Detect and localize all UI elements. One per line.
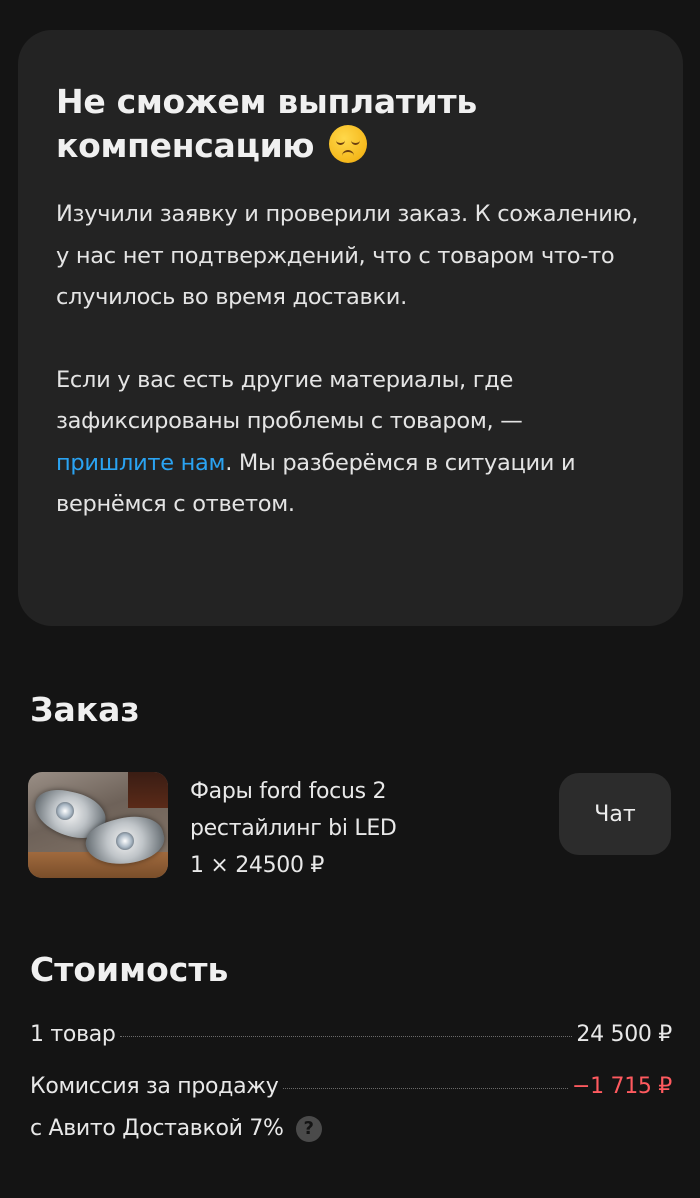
commission-label-line-1: Комиссия за продажу	[30, 1074, 279, 1099]
notice-body: Изучили заявку и проверили заказ. К сожа…	[56, 194, 645, 526]
dotted-leader	[119, 1036, 573, 1037]
dotted-leader	[282, 1088, 568, 1089]
chat-button[interactable]: Чат	[559, 773, 671, 855]
pensive-face-icon	[329, 125, 368, 163]
notice-paragraph-2: Если у вас есть другие материалы, где за…	[56, 366, 576, 518]
cost-row-item: 1 товар 24 500 ₽	[30, 1014, 672, 1056]
notice-paragraph-1: Изучили заявку и проверили заказ. К сожа…	[56, 201, 639, 310]
commission-value: −1 715 ₽	[571, 1074, 672, 1099]
cost-row-label: 1 товар	[30, 1022, 116, 1047]
product-quantity-price: 1 × 24500 ₽	[190, 853, 325, 878]
product-thumbnail[interactable]	[28, 772, 168, 878]
send-us-link[interactable]: пришлите нам	[56, 450, 225, 476]
commission-label-line-2: с Авито Доставкой 7%?	[30, 1108, 672, 1150]
compensation-notice-card: Не сможем выплатить компенсацию Изучили …	[18, 30, 683, 626]
cost-row-value: 24 500 ₽	[576, 1022, 672, 1047]
cost-row-commission: Комиссия за продажу −1 715 ₽ с Авито Дос…	[30, 1066, 672, 1150]
cost-section-title: Стоимость	[30, 950, 229, 989]
product-name: Фары ford focus 2 рестайлинг bi LED	[190, 779, 397, 841]
order-section-title: Заказ	[30, 690, 140, 729]
product-info[interactable]: Фары ford focus 2 рестайлинг bi LED 1 × …	[190, 773, 460, 884]
question-help-icon[interactable]: ?	[295, 1116, 322, 1142]
notice-title: Не сможем выплатить компенсацию	[56, 82, 477, 165]
